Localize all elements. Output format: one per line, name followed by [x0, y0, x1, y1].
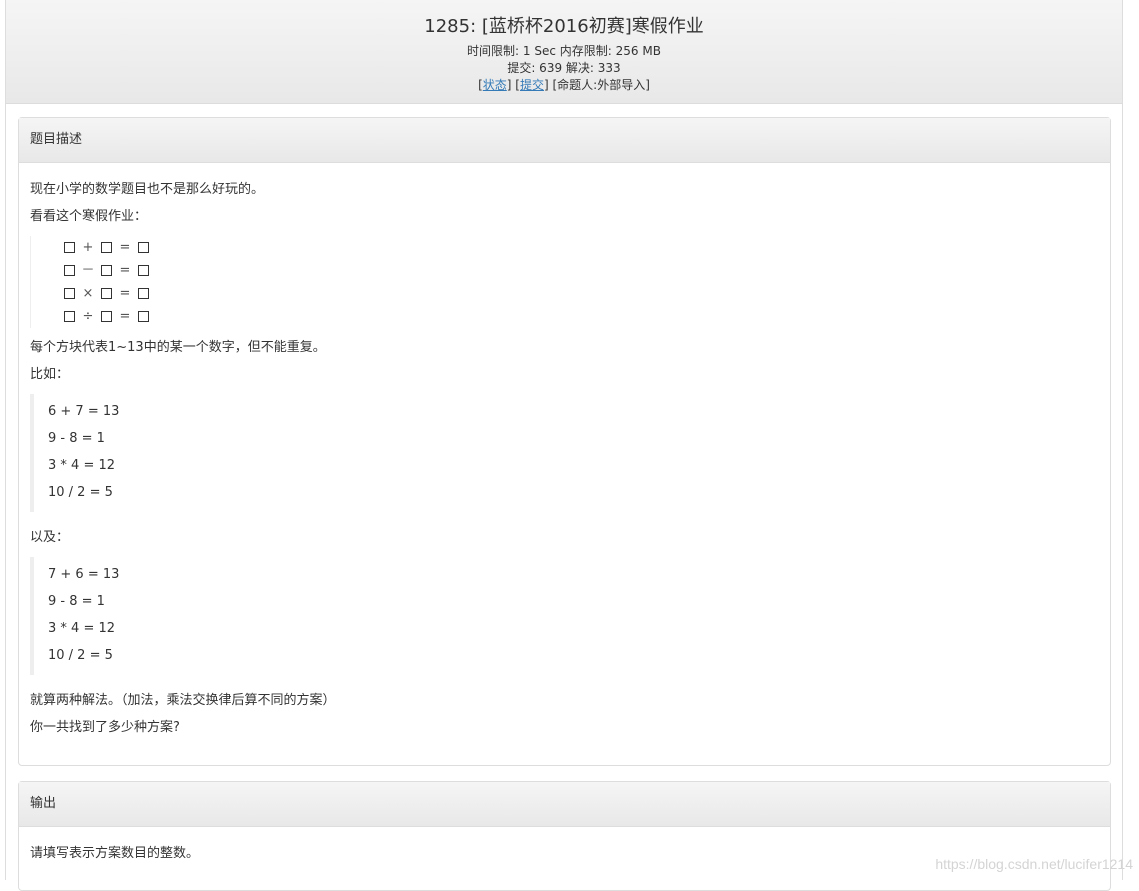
example-line: 10 / 2 = 5 [48, 485, 113, 500]
description-line-5: 以及： [30, 530, 70, 545]
description-line-3: 每个方块代表1~13中的某一个数字，但不能重复。 [30, 340, 326, 355]
example-block-1: 6 + 7 = 13 9 - 8 = 1 3 * 4 = 12 10 / 2 =… [30, 394, 1099, 512]
watermark: https://blog.csdn.net/lucifer1214 [935, 856, 1133, 872]
example-line: 7 + 6 = 13 [48, 567, 120, 582]
equation-row: + = [62, 236, 1099, 259]
box-icon [101, 265, 112, 276]
example-line: 6 + 7 = 13 [48, 404, 120, 419]
description-line-6: 就算两种解法。（加法，乘法交换律后算不同的方案） [30, 693, 336, 708]
problem-page: 1285: [蓝桥杯2016初赛]寒假作业 时间限制: 1 Sec 内存限制: … [5, 0, 1123, 891]
equation-row: ÷ = [62, 305, 1099, 328]
description-line-1: 现在小学的数学题目也不是那么好玩的。 [30, 182, 265, 197]
status-link[interactable]: 状态 [483, 78, 507, 92]
description-line-2: 看看这个寒假作业： [30, 209, 148, 224]
box-icon [64, 265, 75, 276]
links-row: [状态] [提交] [命题人:外部导入] [478, 78, 650, 92]
problem-header: 1285: [蓝桥杯2016初赛]寒假作业 时间限制: 1 Sec 内存限制: … [6, 0, 1122, 104]
box-icon [101, 242, 112, 253]
description-heading: 题目描述 [19, 118, 1110, 163]
example-line: 3 * 4 = 12 [48, 621, 116, 636]
description-panel: 题目描述 现在小学的数学题目也不是那么好玩的。 看看这个寒假作业： + = － = … [18, 117, 1111, 766]
equation-row: × = [62, 282, 1099, 305]
box-icon [138, 242, 149, 253]
description-line-7: 你一共找到了多少种方案? [30, 720, 180, 735]
box-icon [64, 288, 75, 299]
submit-link[interactable]: 提交 [520, 78, 544, 92]
box-icon [101, 288, 112, 299]
example-line: 9 - 8 = 1 [48, 594, 105, 609]
output-heading: 输出 [19, 782, 1110, 827]
box-icon [138, 265, 149, 276]
box-icon [64, 311, 75, 322]
example-block-2: 7 + 6 = 13 9 - 8 = 1 3 * 4 = 12 10 / 2 =… [30, 557, 1099, 675]
example-line: 3 * 4 = 12 [48, 458, 116, 473]
output-panel: 输出 请填写表示方案数目的整数。 [18, 781, 1111, 891]
box-icon [138, 311, 149, 322]
equation-row: － = [62, 259, 1099, 282]
box-icon [138, 288, 149, 299]
limits-text: 时间限制: 1 Sec 内存限制: 256 MB [467, 44, 661, 58]
stats-text: 提交: 639 解决: 333 [507, 61, 621, 75]
equation-grid: + = － = × = ÷ = [30, 236, 1099, 328]
problem-title: 1285: [蓝桥杯2016初赛]寒假作业 [424, 16, 704, 37]
description-line-4: 比如： [30, 367, 70, 382]
box-icon [64, 242, 75, 253]
example-line: 10 / 2 = 5 [48, 648, 113, 663]
box-icon [101, 311, 112, 322]
author-text: [命题人:外部导入] [552, 78, 650, 92]
description-body: 现在小学的数学题目也不是那么好玩的。 看看这个寒假作业： + = － = × = ÷ =… [19, 163, 1110, 741]
example-line: 9 - 8 = 1 [48, 431, 105, 446]
